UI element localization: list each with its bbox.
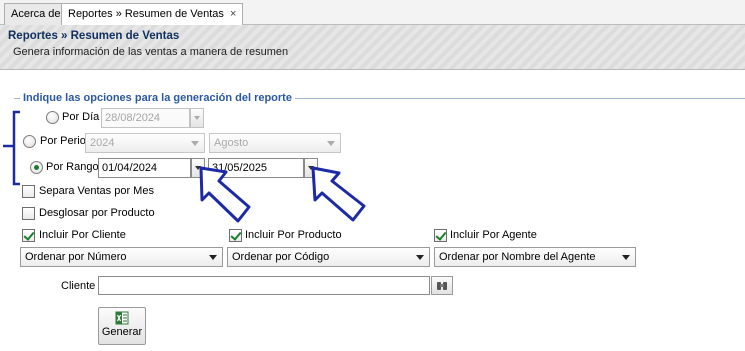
arrow-icon bbox=[311, 166, 366, 222]
arrow-icon bbox=[199, 166, 251, 223]
bracket-icon bbox=[3, 110, 20, 186]
annotation-overlay bbox=[3, 110, 366, 223]
